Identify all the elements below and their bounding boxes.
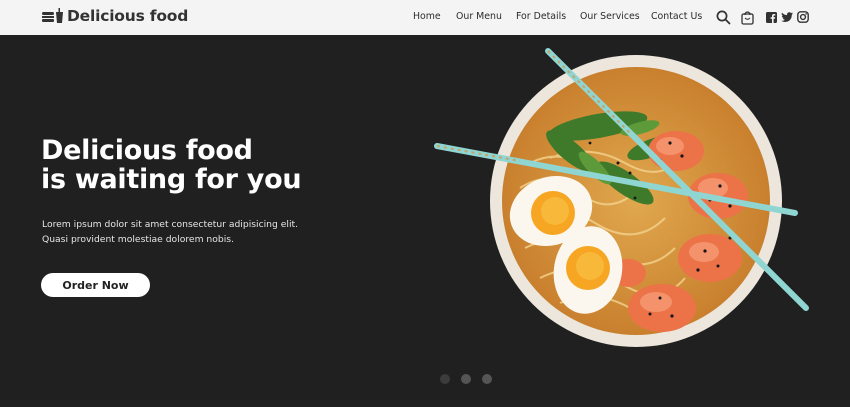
instagram-icon[interactable] xyxy=(797,11,809,23)
nav-our-services[interactable]: Our Services xyxy=(580,11,640,22)
nav-home[interactable]: Home xyxy=(413,11,441,22)
twitter-icon[interactable] xyxy=(781,12,793,23)
nav-for-details[interactable]: For Details xyxy=(516,11,566,22)
hero-title: Delicious food is waiting for you xyxy=(41,135,302,195)
burger-drink-icon xyxy=(42,8,63,23)
carousel-dots xyxy=(440,374,492,384)
hero-description: Lorem ipsum dolor sit amet consectetur a… xyxy=(42,219,299,245)
nav-our-menu[interactable]: Our Menu xyxy=(456,11,502,22)
cart-icon[interactable] xyxy=(741,10,754,25)
brand[interactable]: Delicious food xyxy=(42,7,188,25)
brand-name: Delicious food xyxy=(67,7,189,25)
carousel-dot-1[interactable] xyxy=(440,374,450,384)
nav-contact-us[interactable]: Contact Us xyxy=(651,11,702,22)
hero-section: Delicious food is waiting for you Lorem … xyxy=(0,35,850,407)
order-now-button[interactable]: Order Now xyxy=(41,273,150,297)
navbar: Delicious food Home Our Menu For Details… xyxy=(0,0,850,35)
hero-title-line-2: is waiting for you xyxy=(41,164,302,195)
search-icon[interactable] xyxy=(716,10,731,25)
ramen-bowl-image xyxy=(434,48,809,347)
carousel-dot-2[interactable] xyxy=(461,374,471,384)
hero-title-line-1: Delicious food xyxy=(41,135,253,166)
carousel-dot-3[interactable] xyxy=(482,374,492,384)
facebook-icon[interactable] xyxy=(766,12,777,23)
